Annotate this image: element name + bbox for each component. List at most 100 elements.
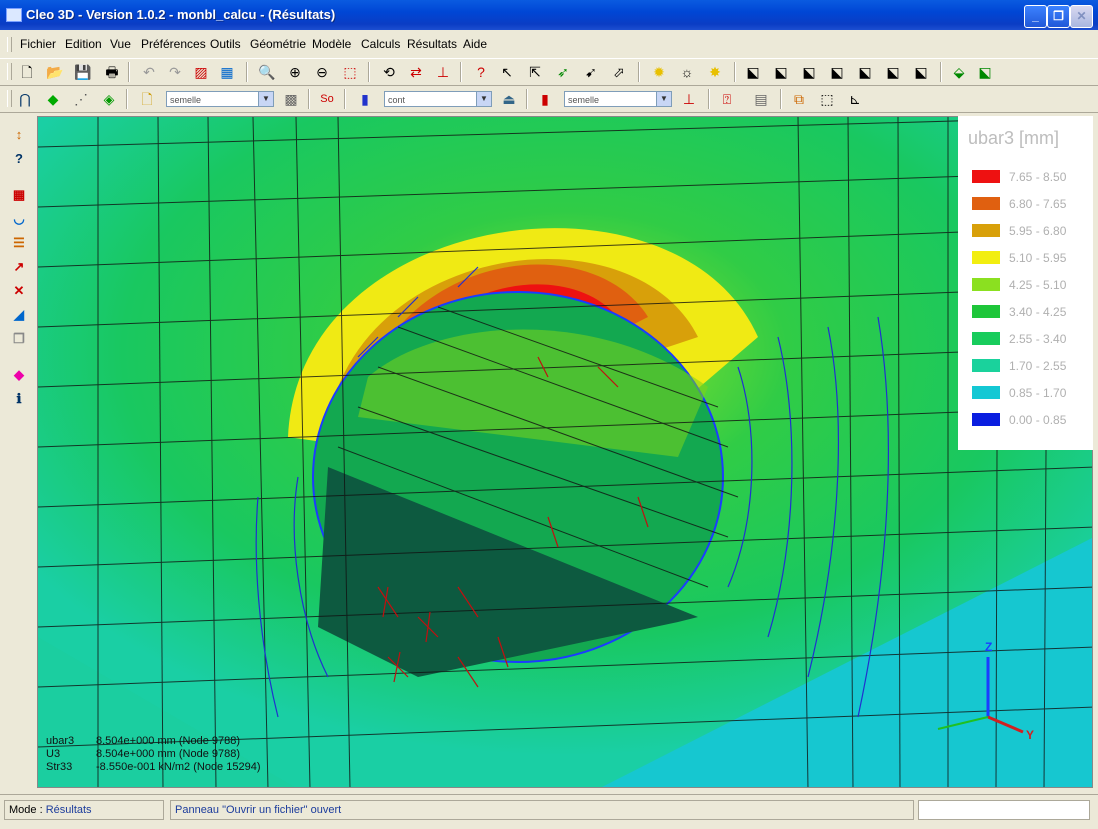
layers-icon[interactable]: ⧉ xyxy=(790,90,808,108)
light-icon[interactable]: ✹ xyxy=(650,63,668,81)
select-element-icon[interactable]: ➹ xyxy=(582,63,600,81)
cross-vector-icon[interactable]: ✕ xyxy=(10,282,28,300)
light-dir-icon[interactable]: ☼ xyxy=(678,63,696,81)
legend-label: 5.95 - 6.80 xyxy=(1009,224,1067,238)
section-select[interactable]: semelle ▼ xyxy=(564,91,672,107)
y-axis-label: Y xyxy=(1026,728,1034,742)
menu-modele[interactable]: Modèle xyxy=(312,37,351,51)
chevron-down-icon[interactable]: ▼ xyxy=(656,92,671,106)
zoom-in-icon[interactable]: ⊕ xyxy=(286,63,304,81)
diamond-icon[interactable]: ◆ xyxy=(10,366,28,384)
mesh-icon[interactable]: ▨ xyxy=(192,63,210,81)
legend-swatch xyxy=(972,197,1000,210)
view-right-icon[interactable]: ⬕ xyxy=(828,63,846,81)
readout-line: ubar3 8.504e+000 mm (Node 9788) xyxy=(46,735,240,747)
open-folder-icon[interactable]: 📂 xyxy=(46,63,64,81)
new-file-icon[interactable]: 🗋 xyxy=(18,63,36,81)
rotate-icon[interactable]: ⟲ xyxy=(380,63,398,81)
layers-icon[interactable]: ☰ xyxy=(10,234,28,252)
legend-label: 6.80 - 7.65 xyxy=(1009,197,1067,211)
undo-icon[interactable]: ↶ xyxy=(140,63,158,81)
zoom-icon[interactable]: 🔍 xyxy=(258,63,276,81)
support-icon[interactable]: ⏏ xyxy=(500,90,518,108)
sort-icon[interactable]: ↕ xyxy=(10,126,28,144)
line-icon[interactable]: ⋰ xyxy=(72,90,90,108)
menu-fichier[interactable]: Fichier xyxy=(20,37,56,51)
menu-geometrie[interactable]: Géométrie xyxy=(250,37,306,51)
view-3d-icon[interactable]: ⬙ xyxy=(950,63,968,81)
info-help-icon[interactable]: ? xyxy=(10,150,28,168)
menu-edition[interactable]: Edition xyxy=(65,37,102,51)
view-front-icon[interactable]: ⬕ xyxy=(744,63,762,81)
grid-icon[interactable]: ▦ xyxy=(10,186,28,204)
axes-icon[interactable]: ⊾ xyxy=(846,90,864,108)
deformed-icon[interactable]: ◡ xyxy=(10,210,28,228)
menu-resultats[interactable]: Résultats xyxy=(407,37,457,51)
pan-icon[interactable]: ⇄ xyxy=(407,63,425,81)
minimize-button[interactable]: _ xyxy=(1024,5,1047,28)
node-icon[interactable]: ◆ xyxy=(44,90,62,108)
view-top-icon[interactable]: ⬕ xyxy=(856,63,874,81)
legend-swatch xyxy=(972,278,1000,291)
colormap-icon[interactable]: ▦ xyxy=(218,63,236,81)
table-icon[interactable]: ▤ xyxy=(752,90,770,108)
legend-label: 0.00 - 0.85 xyxy=(1009,413,1067,427)
close-button[interactable]: ✕ xyxy=(1070,5,1093,28)
view-back-icon[interactable]: ⬕ xyxy=(772,63,790,81)
menu-vue[interactable]: Vue xyxy=(110,37,131,51)
light-point-icon[interactable]: ✸ xyxy=(706,63,724,81)
measure-icon[interactable]: ⊥ xyxy=(434,63,452,81)
readout-key: U3 xyxy=(46,748,61,760)
zoom-window-icon[interactable]: ⬚ xyxy=(341,63,359,81)
bc-icon[interactable]: ⊥ xyxy=(680,90,698,108)
menu-preferences[interactable]: Préférences xyxy=(141,37,206,51)
toolbar-separator xyxy=(526,89,528,109)
query-icon[interactable]: ⍰ xyxy=(718,90,736,108)
maximize-button[interactable]: ❐ xyxy=(1047,5,1070,28)
wireframe-icon[interactable]: ⬚ xyxy=(818,90,836,108)
hatch-icon[interactable]: ▩ xyxy=(282,90,300,108)
so-icon[interactable]: So xyxy=(318,90,336,108)
load-icon[interactable]: ▮ xyxy=(356,90,374,108)
menu-grip xyxy=(7,37,12,52)
material-icon[interactable]: 🗋 xyxy=(138,90,156,108)
menu-calculs[interactable]: Calculs xyxy=(361,37,400,51)
results-toolbar: ⋂ ◆ ⋰ ◈ 🗋 semelle ▼ ▩ So ▮ cont ▼ ⏏ ▮ se… xyxy=(0,86,1098,113)
chevron-down-icon[interactable]: ▼ xyxy=(258,92,273,106)
menu-aide[interactable]: Aide xyxy=(463,37,487,51)
diagram-icon[interactable]: ◢ xyxy=(10,306,28,324)
zoom-out-icon[interactable]: ⊖ xyxy=(313,63,331,81)
select-box-icon[interactable]: ⬀ xyxy=(610,63,628,81)
section-icon[interactable]: ▮ xyxy=(536,90,554,108)
menu-outils[interactable]: Outils xyxy=(210,37,241,51)
legend-label: 3.40 - 4.25 xyxy=(1009,305,1067,319)
fem-result-plot[interactable]: Z Y xyxy=(38,117,1093,788)
arch-icon[interactable]: ⋂ xyxy=(16,90,34,108)
view-iso-icon[interactable]: ⬕ xyxy=(912,63,930,81)
legend-swatch xyxy=(972,224,1000,237)
legend-swatch xyxy=(972,170,1000,183)
condition-select[interactable]: cont ▼ xyxy=(384,91,492,107)
vector-icon[interactable]: ↗ xyxy=(10,258,28,276)
select-node-icon[interactable]: ➶ xyxy=(554,63,572,81)
status-extra xyxy=(918,800,1090,820)
iso-surface-icon[interactable]: ❐ xyxy=(10,330,28,348)
help-icon[interactable]: ? xyxy=(472,63,490,81)
save-icon[interactable]: 💾 xyxy=(74,63,92,81)
toolbar-separator xyxy=(940,62,942,82)
chevron-down-icon[interactable]: ▼ xyxy=(476,92,491,106)
toolbar-separator xyxy=(460,62,462,82)
view-left-icon[interactable]: ⬕ xyxy=(800,63,818,81)
select-multi-icon[interactable]: ⇱ xyxy=(526,63,544,81)
viewport-3d[interactable]: Z Y xyxy=(37,116,1093,788)
section-select-value: semelle xyxy=(568,95,600,105)
view-bottom-icon[interactable]: ⬕ xyxy=(884,63,902,81)
z-axis-label: Z xyxy=(985,640,992,654)
print-icon[interactable]: 🖶 xyxy=(103,63,121,81)
material-select[interactable]: semelle ▼ xyxy=(166,91,274,107)
info-icon[interactable]: ℹ xyxy=(10,390,28,408)
view-cube-icon[interactable]: ⬕ xyxy=(976,63,994,81)
select-icon[interactable]: ↖ xyxy=(498,63,516,81)
redo-icon[interactable]: ↷ xyxy=(166,63,184,81)
surface-icon[interactable]: ◈ xyxy=(100,90,118,108)
